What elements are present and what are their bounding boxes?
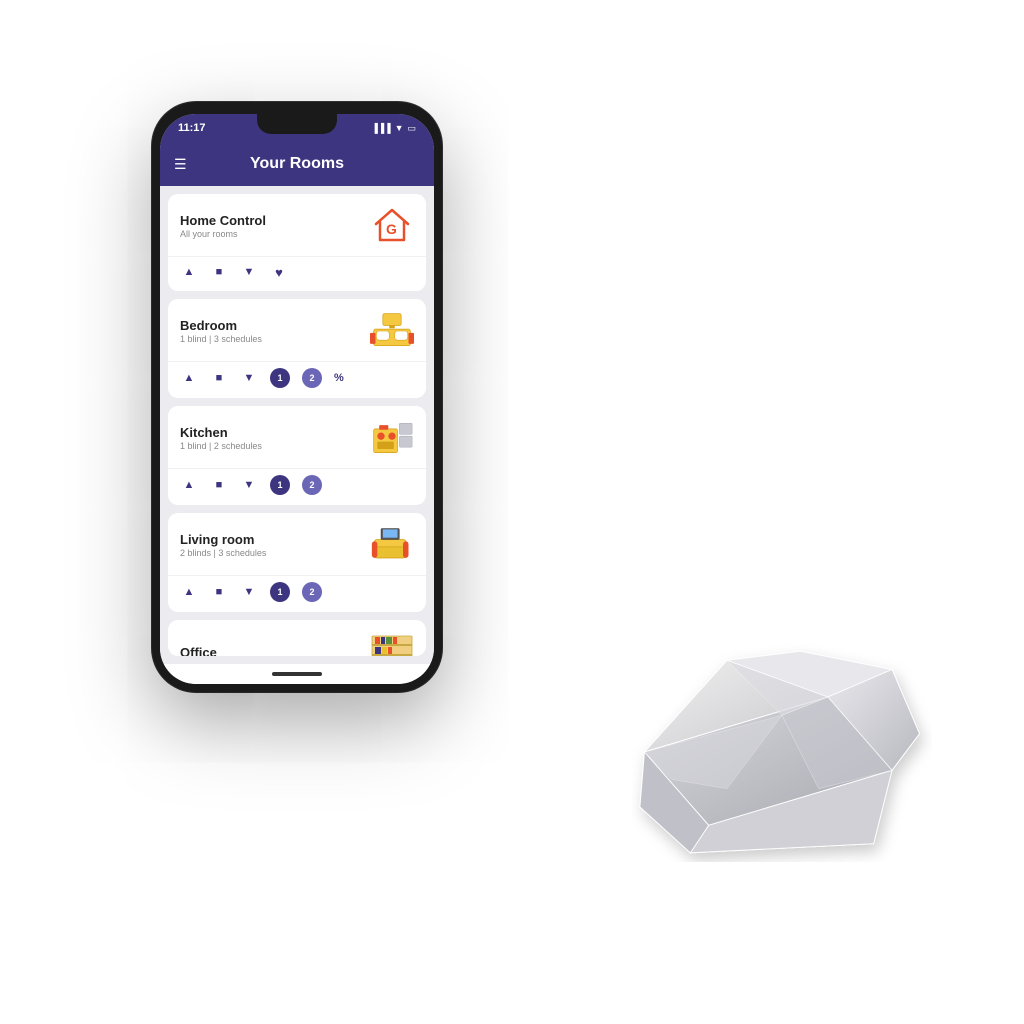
room-subtitle-kitchen: 1 blind | 2 schedules [180, 441, 262, 451]
room-card-office: Office [168, 620, 426, 656]
room-name-living: Living room [180, 532, 266, 547]
room-card-bedroom: Bedroom 1 blind | 3 schedules [168, 299, 426, 398]
room-subtitle-bedroom: 1 blind | 3 schedules [180, 334, 262, 344]
room-controls-kitchen: ▲ ■ ▼ 1 2 [168, 468, 426, 505]
room-name-bedroom: Bedroom [180, 318, 262, 333]
room-controls-living: ▲ ■ ▼ 1 2 [168, 575, 426, 612]
menu-icon[interactable]: ☰ [174, 156, 187, 173]
status-time: 11:17 [178, 122, 206, 134]
room-card-top-bedroom: Bedroom 1 blind | 3 schedules [168, 299, 426, 361]
bedroom-svg [370, 311, 414, 351]
up-btn-bedroom[interactable]: ▲ [180, 369, 198, 387]
room-icon-kitchen [370, 416, 414, 460]
home-indicator [272, 672, 322, 676]
stop-btn-home[interactable]: ■ [210, 263, 228, 281]
living-svg [370, 525, 414, 565]
geo-device-svg [632, 642, 932, 862]
room-icon-bedroom [370, 309, 414, 353]
wifi-icon: ▼ [395, 123, 404, 133]
room-icon-home: G [370, 204, 414, 248]
kitchen-svg [370, 418, 414, 458]
room-info-bedroom: Bedroom 1 blind | 3 schedules [180, 318, 262, 344]
room-name-kitchen: Kitchen [180, 425, 262, 440]
stop-btn-living[interactable]: ■ [210, 583, 228, 601]
pct-btn-bedroom[interactable]: % [334, 372, 344, 384]
down-btn-bedroom[interactable]: ▼ [240, 369, 258, 387]
schedule2-btn-kitchen[interactable]: 2 [302, 475, 322, 495]
room-controls-bedroom: ▲ ■ ▼ 1 2 % [168, 361, 426, 398]
stop-btn-kitchen[interactable]: ■ [210, 476, 228, 494]
up-btn-home[interactable]: ▲ [180, 263, 198, 281]
room-controls-home: ▲ ■ ▼ ♥ [168, 256, 426, 291]
down-btn-kitchen[interactable]: ▼ [240, 476, 258, 494]
room-card-top-living: Living room 2 blinds | 3 schedules [168, 513, 426, 575]
room-info-office: Office [180, 645, 217, 657]
phone-frame: 11:17 ▐▐▐ ▼ ▭ ☰ Your Rooms Home Con [152, 102, 442, 692]
office-svg [370, 634, 414, 656]
home-brand-svg: G [370, 204, 414, 248]
page-title: Your Rooms [250, 155, 344, 173]
up-btn-kitchen[interactable]: ▲ [180, 476, 198, 494]
phone-screen: 11:17 ▐▐▐ ▼ ▭ ☰ Your Rooms Home Con [160, 114, 434, 684]
schedule2-btn-living[interactable]: 2 [302, 582, 322, 602]
down-btn-home[interactable]: ▼ [240, 263, 258, 281]
phone-notch [257, 114, 337, 134]
room-name-home: Home Control [180, 213, 266, 228]
heart-btn-home[interactable]: ♥ [270, 263, 288, 281]
scene: 11:17 ▐▐▐ ▼ ▭ ☰ Your Rooms Home Con [62, 82, 962, 942]
room-card-top-home: Home Control All your rooms G [168, 194, 426, 256]
room-subtitle-home: All your rooms [180, 229, 266, 239]
room-info-kitchen: Kitchen 1 blind | 2 schedules [180, 425, 262, 451]
room-icon-living [370, 523, 414, 567]
svg-text:G: G [386, 221, 397, 237]
room-card-top-kitchen: Kitchen 1 blind | 2 schedules [168, 406, 426, 468]
room-card-top-office: Office [168, 620, 426, 656]
geo-device [632, 642, 932, 862]
room-subtitle-living: 2 blinds | 3 schedules [180, 548, 266, 558]
room-name-office: Office [180, 645, 217, 657]
schedule1-btn-kitchen[interactable]: 1 [270, 475, 290, 495]
room-card-kitchen: Kitchen 1 blind | 2 schedules [168, 406, 426, 505]
room-card-home-control: Home Control All your rooms G [168, 194, 426, 291]
screen-content: Home Control All your rooms G [160, 186, 434, 664]
signal-icon: ▐▐▐ [371, 123, 390, 133]
schedule1-btn-bedroom[interactable]: 1 [270, 368, 290, 388]
bottom-bar [160, 664, 434, 684]
room-card-living-room: Living room 2 blinds | 3 schedules [168, 513, 426, 612]
room-icon-office [370, 630, 414, 656]
schedule1-btn-living[interactable]: 1 [270, 582, 290, 602]
status-icons: ▐▐▐ ▼ ▭ [371, 123, 416, 134]
up-btn-living[interactable]: ▲ [180, 583, 198, 601]
room-info-living: Living room 2 blinds | 3 schedules [180, 532, 266, 558]
stop-btn-bedroom[interactable]: ■ [210, 369, 228, 387]
room-info-home: Home Control All your rooms [180, 213, 266, 239]
schedule2-btn-bedroom[interactable]: 2 [302, 368, 322, 388]
app-header: ☰ Your Rooms [160, 142, 434, 186]
down-btn-living[interactable]: ▼ [240, 583, 258, 601]
battery-icon: ▭ [407, 123, 416, 134]
